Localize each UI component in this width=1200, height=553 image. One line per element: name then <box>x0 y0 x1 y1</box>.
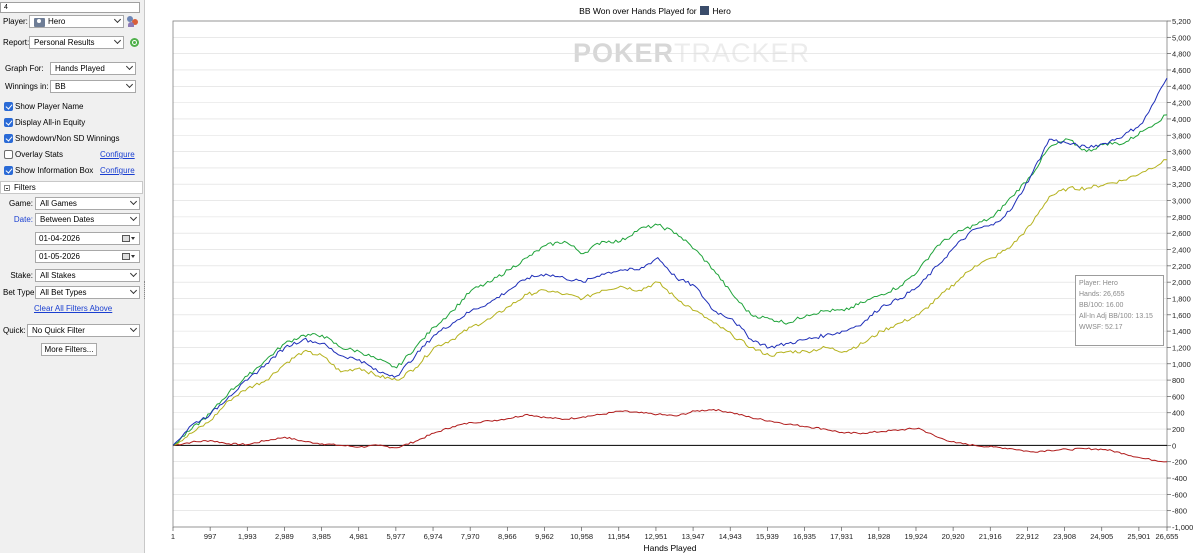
x-tick-label: 15,939 <box>756 532 779 541</box>
y-tick-label: -800 <box>1172 507 1187 516</box>
x-tick-label: 3,985 <box>312 532 331 541</box>
allin-winnings-line <box>172 114 1168 446</box>
y-tick-label: 1,800 <box>1172 294 1191 303</box>
grid-layer <box>173 20 1167 528</box>
y-tick-label: 5,000 <box>1172 33 1191 42</box>
x-tick-label: 20,920 <box>942 532 965 541</box>
y-tick-label: 0 <box>1172 441 1176 450</box>
y-tick-label: -1,000 <box>1172 523 1193 532</box>
y-tick-label: -600 <box>1172 490 1187 499</box>
y-tick-label: 2,200 <box>1172 262 1191 271</box>
x-tick-label: 21,916 <box>979 532 1002 541</box>
y-tick-label: 4,200 <box>1172 99 1191 108</box>
y-tick-label: 600 <box>1172 392 1185 401</box>
x-tick-label: 17,931 <box>830 532 853 541</box>
x-tick-label: 11,954 <box>608 532 630 541</box>
x-tick-label: 24,905 <box>1090 532 1113 541</box>
y-tick-label: 2,600 <box>1172 229 1191 238</box>
y-tick-label: 1,000 <box>1172 360 1191 369</box>
x-tick-label: 12,951 <box>644 532 667 541</box>
y-tick-label: 3,400 <box>1172 164 1191 173</box>
y-tick-label: 4,600 <box>1172 66 1191 75</box>
y-tick-label: 3,000 <box>1172 197 1191 206</box>
y-tick-label: 5,200 <box>1172 17 1191 26</box>
x-tick-label: 23,908 <box>1053 532 1076 541</box>
x-tick-label: 14,943 <box>719 532 742 541</box>
y-tick-label: 800 <box>1172 376 1185 385</box>
x-axis-label: Hands Played <box>644 543 697 553</box>
y-tick-label: 4,000 <box>1172 115 1191 124</box>
y-tick-label: -200 <box>1172 458 1187 467</box>
info-wwsf: WWSF: 52.17 <box>1079 324 1123 331</box>
x-tick-label: 22,912 <box>1016 532 1039 541</box>
y-tick-label: 4,800 <box>1172 50 1191 59</box>
x-tick-label: 10,958 <box>570 532 593 541</box>
nonsd-winnings-line <box>172 408 1168 463</box>
series-layer <box>172 77 1168 463</box>
showdown-winnings-line <box>172 159 1168 446</box>
plot-border <box>172 20 1168 528</box>
y-tick-label: 3,200 <box>1172 180 1191 189</box>
y-tick-label: 4,400 <box>1172 82 1191 91</box>
info-hands: Hands: 26,655 <box>1079 291 1125 298</box>
x-tick-label: 18,928 <box>867 532 890 541</box>
net-winnings-line <box>172 77 1168 446</box>
x-tick-label: 8,966 <box>498 532 517 541</box>
y-tick-label: 1,600 <box>1172 311 1191 320</box>
y-tick-label: 3,800 <box>1172 131 1191 140</box>
x-tick-label: 13,947 <box>682 532 705 541</box>
x-tick-label: 19,924 <box>905 532 928 541</box>
y-tick-label: 1,200 <box>1172 343 1191 352</box>
y-tick-label: -400 <box>1172 474 1187 483</box>
x-tick-label: 2,989 <box>275 532 294 541</box>
y-tick-label: 200 <box>1172 425 1185 434</box>
x-tick-label: 7,970 <box>461 532 480 541</box>
x-tick-label: 16,935 <box>793 532 816 541</box>
info-player: Player: Hero <box>1079 280 1118 287</box>
x-tick-label: 9,962 <box>535 532 554 541</box>
y-tick-label: 2,400 <box>1172 246 1191 255</box>
x-tick-label: 25,901 <box>1127 532 1150 541</box>
y-tick-label: 2,000 <box>1172 278 1191 287</box>
y-axis: 5,200 5,000 4,800 4,600 4,400 4,200 4,000 3,800… <box>1167 17 1193 532</box>
y-tick-label: 1,400 <box>1172 327 1191 336</box>
winnings-line-chart: 5,200 5,000 4,800 4,600 4,400 4,200 4,000 3,800… <box>171 17 1193 553</box>
x-tick-label: 997 <box>204 532 217 541</box>
x-tick-label: 1,993 <box>238 532 257 541</box>
x-tick-label: 1 <box>171 532 175 541</box>
x-tick-label: 6,974 <box>424 532 443 541</box>
x-tick-label: 4,981 <box>349 532 368 541</box>
x-tick-label: 5,977 <box>386 532 405 541</box>
y-tick-label: 3,600 <box>1172 148 1191 157</box>
info-allin-bb100: All-In Adj BB/100: 13.15 <box>1079 313 1153 320</box>
info-bb100: BB/100: 16.00 <box>1079 302 1124 309</box>
information-box: Player: Hero Hands: 26,655 BB/100: 16.00… <box>1075 275 1164 346</box>
x-tick-label: 26,655 <box>1156 532 1179 541</box>
y-tick-label: 400 <box>1172 409 1185 418</box>
x-axis: 1 997 1,993 2,989 3,985 4,981 5,977 6,974 7,970 8… <box>171 527 1179 541</box>
y-tick-label: 2,800 <box>1172 213 1191 222</box>
